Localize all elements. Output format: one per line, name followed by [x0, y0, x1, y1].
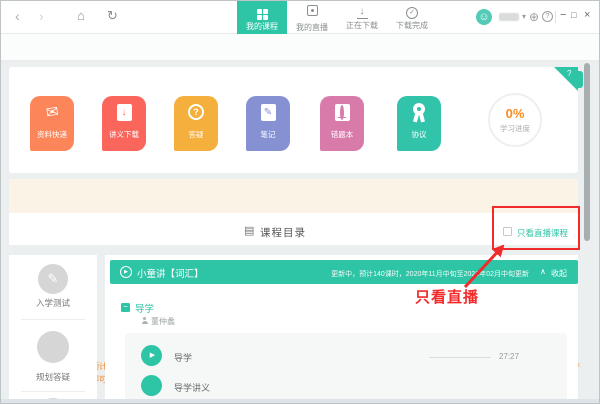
help-icon[interactable]: ?: [542, 11, 553, 22]
avatar[interactable]: ☺: [476, 9, 492, 25]
live-only-checkbox[interactable]: [503, 227, 512, 236]
tab-label: 我的直播: [287, 22, 337, 33]
feature-label: 资料快递: [30, 129, 74, 140]
live-only-label[interactable]: 只看直播课程: [517, 227, 568, 239]
play-circle-icon: ▶: [120, 266, 132, 278]
collapse-label[interactable]: 收起: [551, 268, 567, 279]
feature-mistake-book[interactable]: 错题本: [320, 96, 364, 151]
minimize-button[interactable]: −: [560, 9, 566, 21]
tab-downloading[interactable]: ↓ 正在下载: [337, 1, 387, 34]
list-icon: ▤: [244, 224, 254, 237]
question-circle-icon: ?: [188, 104, 204, 120]
settings-icon[interactable]: ⊕: [529, 10, 539, 24]
feature-label: 答疑: [174, 129, 218, 140]
divider: [21, 391, 85, 392]
lesson-duration: 27:27: [499, 352, 519, 361]
entrance-test-icon[interactable]: ✎: [38, 264, 68, 294]
sidebar-item-planning-qa[interactable]: 规划答疑: [9, 371, 97, 383]
check-circle-icon: ✓: [406, 7, 418, 19]
feature-label: 讲义下载: [102, 129, 146, 140]
medal-icon: [411, 103, 427, 125]
title-bar: ‹ › ⌂ ↻ 我的课程 我的直播 ↓ 正在下载 ✓ 下载完成 ☺ ▾ ⊕ ? …: [1, 1, 599, 34]
feature-materials-express[interactable]: ✉ 资料快递: [30, 96, 74, 151]
collapse-caret-icon[interactable]: ∧: [540, 267, 546, 276]
video-play-icon[interactable]: ▶: [141, 345, 162, 366]
feature-label: 协议: [397, 129, 441, 140]
handout-doc-icon[interactable]: [141, 375, 162, 396]
teacher-icon: [141, 317, 148, 325]
progress-track: [429, 357, 491, 358]
section-title[interactable]: 导学: [135, 301, 154, 315]
tab-my-live[interactable]: 我的直播: [287, 1, 337, 34]
tab-my-courses[interactable]: 我的课程: [237, 1, 287, 34]
progress-percent: 0%: [490, 106, 540, 121]
refresh-icon[interactable]: ↻: [107, 8, 118, 24]
download-arrow-icon: ↓: [357, 6, 368, 19]
certificate-icon: [335, 104, 350, 121]
feature-agreement[interactable]: 协议: [397, 96, 441, 151]
download-book-icon: ↓: [117, 104, 132, 121]
app-window: ‹ › ⌂ ↻ 我的课程 我的直播 ↓ 正在下载 ✓ 下载完成 ☺ ▾ ⊕ ? …: [0, 0, 600, 404]
chevron-down-icon[interactable]: ▾: [522, 12, 526, 21]
corner-ribbon[interactable]: [554, 67, 578, 91]
tab-label: 下载完成: [387, 20, 437, 31]
forward-icon[interactable]: ›: [39, 8, 44, 24]
scrollbar-thumb[interactable]: [584, 63, 590, 241]
divider: [21, 319, 85, 320]
progress-label: 学习进度: [490, 123, 540, 134]
feature-qa[interactable]: ? 答疑: [174, 96, 218, 151]
study-progress-circle: 0% 学习进度: [488, 93, 542, 147]
teacher-name: 董仲蠡: [151, 316, 175, 327]
feature-handout-download[interactable]: ↓ 讲义下载: [102, 96, 146, 151]
question-badge-icon: ?: [567, 69, 571, 78]
feature-label: 笔记: [246, 129, 290, 140]
planning-qa-icon[interactable]: [37, 331, 69, 363]
notebook-pen-icon: ✎: [261, 104, 276, 121]
username-masked: [499, 13, 519, 21]
section-collapse-box[interactable]: −: [121, 303, 130, 312]
course-group-title: 小童讲【词汇】: [137, 266, 204, 280]
sidebar-item-entrance-test[interactable]: 入学测试: [9, 297, 97, 309]
lesson-handout-label[interactable]: 导学讲义: [174, 381, 210, 394]
grid-icon: [257, 9, 268, 20]
live-icon: [307, 5, 318, 16]
back-icon[interactable]: ‹: [15, 8, 20, 24]
maximize-button[interactable]: □: [571, 10, 576, 20]
close-button[interactable]: ×: [584, 9, 590, 21]
course-group-status: 更新中，预计140课时，2020年11月中旬至2021年02月中旬更新: [331, 269, 529, 279]
window-bottom-edge: [1, 399, 600, 404]
feature-label: 错题本: [320, 129, 364, 140]
mail-icon: ✉: [45, 102, 60, 122]
tab-label: 我的课程: [237, 21, 287, 32]
home-icon[interactable]: ⌂: [77, 8, 85, 23]
feature-notes[interactable]: ✎ 笔记: [246, 96, 290, 151]
notice-bar: ! 作文批改服务预计于2021年8月左右上线，请各位同学耐心使用～词汇大全书经升…: [9, 179, 578, 213]
breadcrumb-row: 2022考研>2022考研英语大咖全程班 英语一 有效时间：2021-12-31…: [1, 34, 599, 61]
tab-label: 正在下载: [337, 20, 387, 31]
divider: [555, 11, 556, 23]
lesson-video-label[interactable]: 导学: [174, 351, 192, 364]
catalog-title: 课程目录: [260, 225, 306, 240]
tab-download-complete[interactable]: ✓ 下载完成: [387, 1, 437, 34]
